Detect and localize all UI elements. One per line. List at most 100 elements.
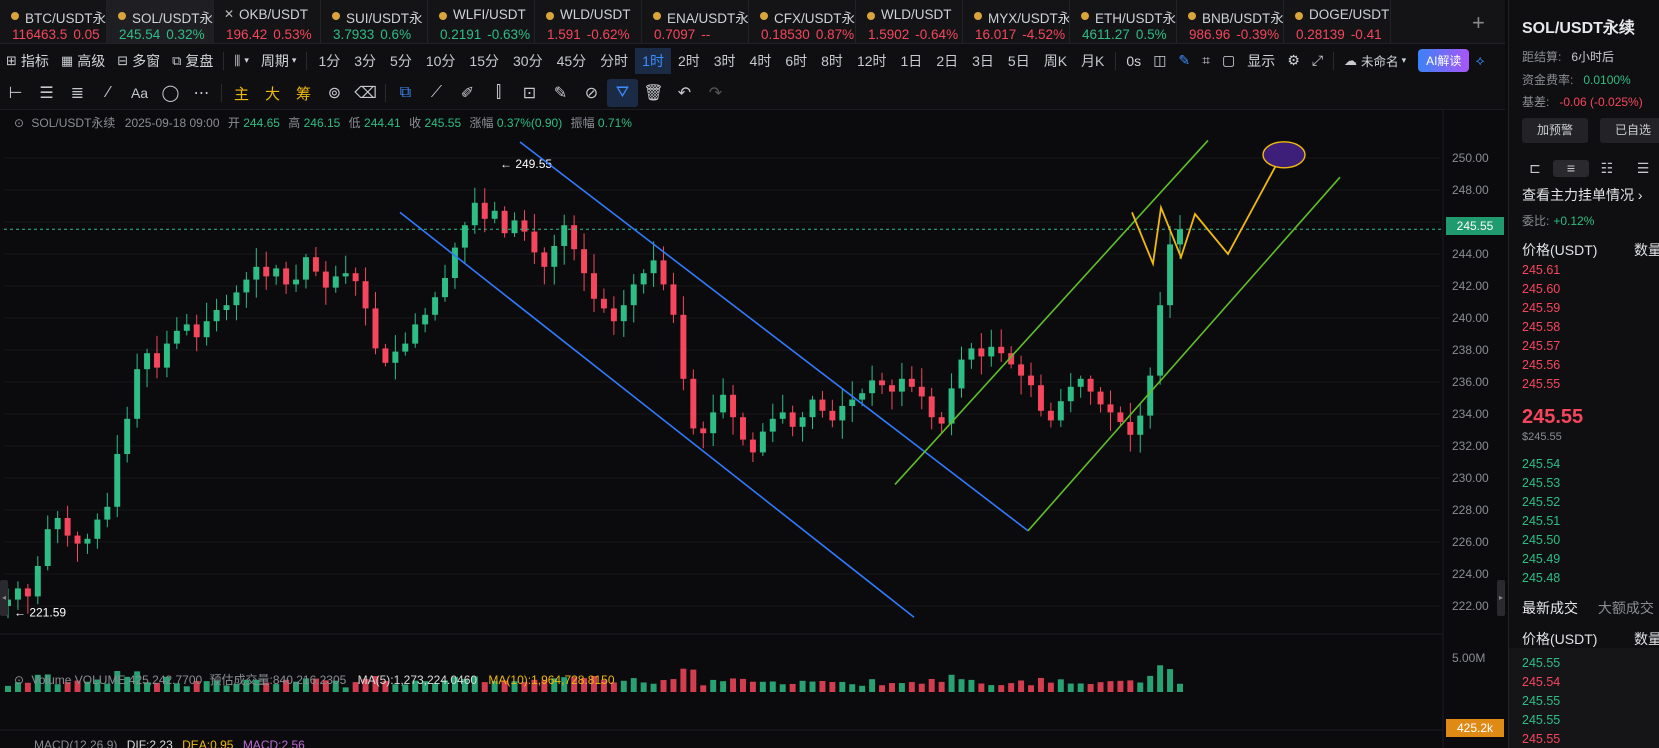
book-split-icon[interactable]: ≡ <box>1553 160 1589 177</box>
period-option[interactable]: 1日 <box>894 48 930 74</box>
magnet-tool-icon[interactable]: ⊚ <box>319 79 350 107</box>
period-option[interactable]: 10分 <box>419 48 463 74</box>
add-tab-button[interactable]: + <box>1472 10 1485 36</box>
period-option[interactable]: 6时 <box>778 48 814 74</box>
period-option[interactable]: 3日 <box>965 48 1001 74</box>
ticker-tab[interactable]: SOL/USDT永续 245.54 0.32% <box>107 0 214 43</box>
watchlist-button[interactable]: 已自选 <box>1600 118 1659 143</box>
period-option[interactable]: 2时 <box>671 48 707 74</box>
period-option[interactable]: 4时 <box>743 48 779 74</box>
ask-row[interactable]: 245.59 <box>1522 301 1560 315</box>
horizontal-line-tool-icon[interactable]: ⊢ <box>0 79 31 107</box>
book-asks-icon[interactable]: ☰ <box>1625 160 1659 177</box>
main-indicator-toggle[interactable]: 主 <box>226 79 257 107</box>
period-option[interactable]: 1分 <box>311 48 347 74</box>
add-alert-button[interactable]: 加预警 <box>1522 118 1588 143</box>
ticker-tab[interactable]: WLD/USDT 1.5902 -0.64% <box>856 0 963 43</box>
period-option[interactable]: 周K <box>1037 48 1074 74</box>
camera-icon[interactable]: ◫ <box>1147 48 1172 74</box>
major-orders-link[interactable]: 查看主力挂单情况 › <box>1522 185 1643 205</box>
advanced-button[interactable]: ▦ 高级 <box>55 48 111 74</box>
period-option[interactable]: 15分 <box>462 48 506 74</box>
period-option[interactable]: 分时 <box>593 48 635 74</box>
ticker-tab[interactable]: ETH/USDT永 4611.27 0.5% <box>1070 0 1177 43</box>
ruler-tool-icon[interactable]: ⟋ <box>421 79 452 107</box>
period-option[interactable]: 45分 <box>550 48 594 74</box>
chip-distribution-toggle[interactable]: 筹 <box>288 79 319 107</box>
share-icon[interactable]: ⟡ <box>1469 48 1490 74</box>
right-panel-handle[interactable]: ▸ <box>1497 580 1505 616</box>
fullscreen-window-icon[interactable]: ▢ <box>1216 48 1241 74</box>
ticker-tab[interactable]: ENA/USDT永 0.7097 -- <box>642 0 749 43</box>
delete-tool-icon[interactable]: 🗑 <box>638 79 669 107</box>
bid-row[interactable]: 245.54 <box>1522 457 1560 471</box>
period-option[interactable]: 3分 <box>347 48 383 74</box>
period-option[interactable]: 月K <box>1074 48 1111 74</box>
filter-tool-icon[interactable]: ⛛ <box>607 79 638 107</box>
text-tool-icon[interactable]: Aa <box>124 79 155 107</box>
eraser-tool-icon[interactable]: ⌫ <box>350 79 381 107</box>
tab-latest-trades[interactable]: 最新成交 <box>1522 600 1578 616</box>
ticker-tab[interactable]: CFX/USDT永 0.18530 0.87% <box>749 0 856 43</box>
ai-explain-button[interactable]: AI解读 <box>1418 49 1470 72</box>
tab-large-trades[interactable]: 大额成交 <box>1598 600 1654 616</box>
ask-row[interactable]: 245.61 <box>1522 263 1560 277</box>
bid-row[interactable]: 245.52 <box>1522 495 1560 509</box>
bid-row[interactable]: 245.49 <box>1522 552 1560 566</box>
layout-name-dropdown[interactable]: ☁ 未命名 ▾ <box>1338 48 1412 74</box>
display-button[interactable]: 显示 <box>1241 48 1281 74</box>
close-icon[interactable]: ✕ <box>224 7 234 21</box>
ask-row[interactable]: 245.60 <box>1522 282 1560 296</box>
bid-row[interactable]: 245.53 <box>1522 476 1560 490</box>
ask-row[interactable]: 245.58 <box>1522 320 1560 334</box>
lock-tool-icon[interactable]: ⊡ <box>514 79 545 107</box>
expand-icon[interactable]: ⤢ <box>1306 48 1329 74</box>
brush-tool-icon[interactable]: ✐ <box>452 79 483 107</box>
ticker-tab[interactable]: WLD/USDT 1.591 -0.62% <box>535 0 642 43</box>
redo-icon[interactable]: ↷ <box>700 79 731 107</box>
chart-type-dropdown[interactable]: ⫼ ▾ <box>228 48 255 74</box>
ticker-tab[interactable]: ✕ OKB/USDT 196.42 0.53% <box>214 0 321 43</box>
multi-window-button[interactable]: ⊟ 多窗 <box>111 48 166 74</box>
ellipse-tool-icon[interactable]: ◯ <box>155 79 186 107</box>
ticker-tab[interactable]: WLFI/USDT 0.2191 -0.63% <box>428 0 535 43</box>
period-dropdown[interactable]: 周期 ▾ <box>255 48 303 74</box>
trend-line-tool-icon[interactable]: ⁄ <box>93 79 124 107</box>
period-option[interactable]: 5日 <box>1001 48 1037 74</box>
ticker-tab[interactable]: BTC/USDT永 116463.5 0.05 <box>0 0 107 43</box>
candlestick-chart[interactable]: 250.00248.00246.00244.00242.00240.00238.… <box>0 110 1505 748</box>
bid-row[interactable]: 245.51 <box>1522 514 1560 528</box>
large-order-toggle[interactable]: 大 <box>257 79 288 107</box>
left-panel-handle[interactable]: ◂ <box>0 580 8 616</box>
period-option[interactable]: 30分 <box>506 48 550 74</box>
ticker-tab[interactable]: MYX/USDT永 16.017 -4.52% <box>963 0 1070 43</box>
ask-row[interactable]: 245.57 <box>1522 339 1560 353</box>
chart-canvas[interactable]: 250.00248.00246.00244.00242.00240.00238.… <box>0 110 1505 748</box>
ticker-tab[interactable]: DOGE/USDT 0.28139 -0.41 <box>1284 0 1391 43</box>
crop-icon[interactable]: ⌗ <box>1196 48 1216 74</box>
book-both-icon[interactable]: ⊏ <box>1517 160 1553 177</box>
period-option[interactable]: 2日 <box>929 48 965 74</box>
ask-row[interactable]: 245.55 <box>1522 377 1560 391</box>
settings-gear-icon[interactable]: ⚙ <box>1281 48 1306 74</box>
more-tools-icon[interactable]: ⋯ <box>186 79 217 107</box>
bars-pattern-tool-icon[interactable]: ⫿ <box>483 79 514 107</box>
ask-row[interactable]: 245.56 <box>1522 358 1560 372</box>
replay-button[interactable]: ⧉ 复盘 <box>166 48 219 74</box>
link-tool-icon[interactable]: ⊘ <box>576 79 607 107</box>
period-option[interactable]: 1时 <box>635 47 671 74</box>
note-tool-icon[interactable]: ✎ <box>545 79 576 107</box>
undo-icon[interactable]: ↶ <box>669 79 700 107</box>
period-option[interactable]: 3时 <box>707 48 743 74</box>
bid-row[interactable]: 245.50 <box>1522 533 1560 547</box>
collapse-icon[interactable]: ⊙ <box>14 673 24 687</box>
bid-row[interactable]: 245.48 <box>1522 571 1560 585</box>
pen-icon[interactable]: ✎ <box>1172 48 1196 74</box>
period-option[interactable]: 8时 <box>814 48 850 74</box>
collapse-icon[interactable]: ⊙ <box>14 116 24 130</box>
period-option[interactable]: 5分 <box>383 48 419 74</box>
ticker-tab[interactable]: SUI/USDT永 3.7933 0.6% <box>321 0 428 43</box>
seconds-button[interactable]: 0s <box>1120 48 1147 74</box>
period-option[interactable]: 12时 <box>850 48 894 74</box>
fib-lines-tool-icon[interactable]: ≣ <box>62 79 93 107</box>
